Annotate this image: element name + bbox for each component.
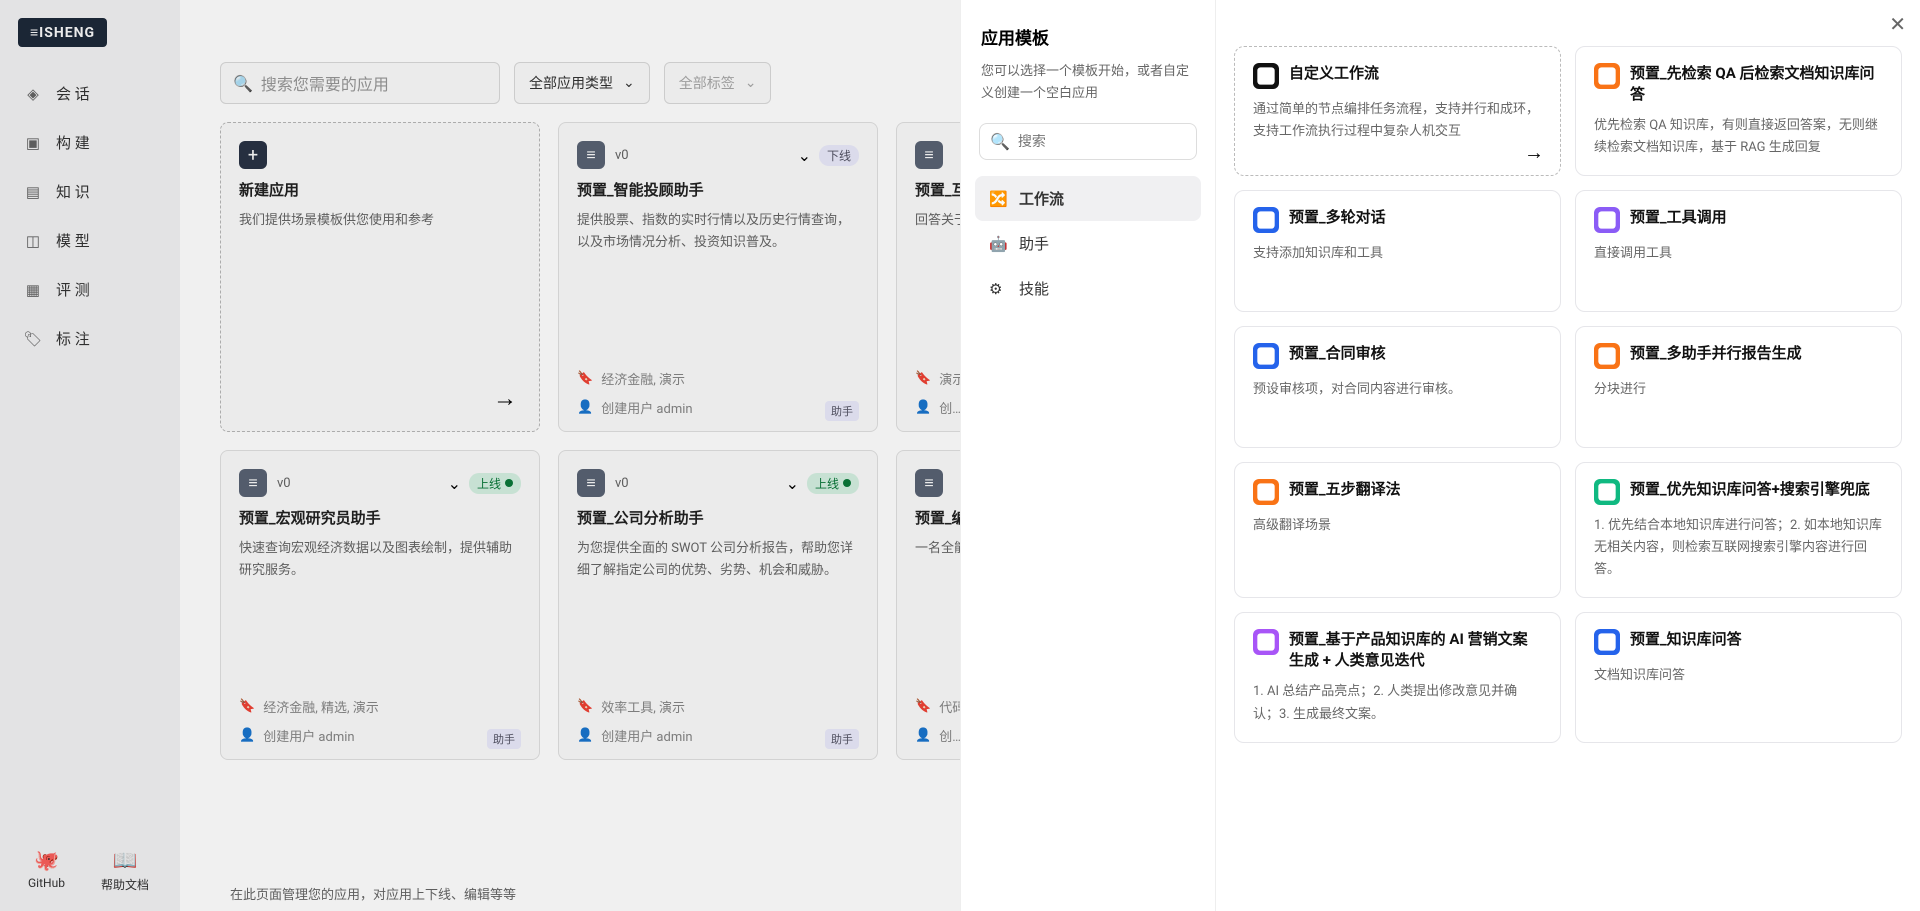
template-card[interactable]: 预置_基于产品知识库的 AI 营销文案生成 + 人类意见迭代 1. AI 总结产品…: [1234, 612, 1561, 742]
modal-search-input[interactable]: [1018, 134, 1196, 150]
template-modal: 应用模板 您可以选择一个模板开始，或者自定义创建一个空白应用 🔍 🔀工作流 🤖助…: [960, 0, 1920, 911]
cat-skill[interactable]: ⚙技能: [975, 266, 1201, 311]
template-icon: [1253, 63, 1279, 89]
template-card[interactable]: 预置_合同审核预设审核项，对合同内容进行审核。: [1234, 326, 1561, 448]
template-card[interactable]: 预置_多轮对话支持添加知识库和工具: [1234, 190, 1561, 312]
modal-subtitle: 您可以选择一个模板开始，或者自定义创建一个空白应用: [975, 61, 1201, 105]
modal-title: 应用模板: [975, 24, 1201, 49]
template-title: 预置_知识库问答: [1630, 629, 1742, 650]
close-button[interactable]: ✕: [1889, 12, 1906, 36]
template-card[interactable]: 预置_优先知识库问答+搜索引擎兜底 1. 优先结合本地知识库进行问答；2. 如本地…: [1575, 462, 1902, 598]
template-title: 预置_基于产品知识库的 AI 营销文案生成 + 人类意见迭代: [1289, 629, 1542, 671]
template-desc: 支持添加知识库和工具: [1253, 243, 1542, 265]
template-title: 预置_五步翻译法: [1289, 479, 1401, 500]
template-desc: 直接调用工具: [1594, 243, 1883, 265]
template-icon: [1594, 63, 1620, 89]
template-icon: [1253, 479, 1279, 505]
modal-content: ✕ 自定义工作流通过简单的节点编排任务流程，支持并行和成环，支持工作流执行过程中…: [1216, 0, 1920, 911]
template-desc: 1. 优先结合本地知识库进行问答；2. 如本地知识库无相关内容，则检索互联网搜索…: [1594, 515, 1883, 581]
modal-sidebar: 应用模板 您可以选择一个模板开始，或者自定义创建一个空白应用 🔍 🔀工作流 🤖助…: [961, 0, 1216, 911]
template-title: 预置_工具调用: [1630, 207, 1727, 228]
template-icon: [1594, 629, 1620, 655]
template-card[interactable]: 预置_多助手并行报告生成分块进行: [1575, 326, 1902, 448]
template-desc: 分块进行: [1594, 379, 1883, 401]
arrow-icon: →: [1524, 140, 1544, 165]
template-icon: [1594, 479, 1620, 505]
template-card[interactable]: 预置_知识库问答文档知识库问答: [1575, 612, 1902, 742]
template-desc: 优先检索 QA 知识库，有则直接返回答案，无则继续检索文档知识库，基于 RAG …: [1594, 115, 1883, 159]
cat-workflow[interactable]: 🔀工作流: [975, 176, 1201, 221]
skill-icon: ⚙: [989, 280, 1007, 298]
template-card[interactable]: 预置_工具调用直接调用工具: [1575, 190, 1902, 312]
template-title: 预置_多助手并行报告生成: [1630, 343, 1802, 364]
template-title: 预置_多轮对话: [1289, 207, 1386, 228]
template-icon: [1253, 343, 1279, 369]
modal-search[interactable]: 🔍: [979, 123, 1197, 160]
cat-assistant[interactable]: 🤖助手: [975, 221, 1201, 266]
template-card[interactable]: 自定义工作流通过简单的节点编排任务流程，支持并行和成环，支持工作流执行过程中复杂…: [1234, 46, 1561, 176]
template-card[interactable]: 预置_先检索 QA 后检索文档知识库问答优先检索 QA 知识库，有则直接返回答案…: [1575, 46, 1902, 176]
template-title: 预置_先检索 QA 后检索文档知识库问答: [1630, 63, 1883, 105]
template-icon: [1253, 207, 1279, 233]
template-desc: 文档知识库问答: [1594, 665, 1883, 687]
template-desc: 通过简单的节点编排任务流程，支持并行和成环，支持工作流执行过程中复杂人机交互: [1253, 99, 1542, 143]
template-title: 预置_合同审核: [1289, 343, 1386, 364]
assistant-icon: 🤖: [989, 235, 1007, 253]
search-icon: 🔍: [990, 132, 1010, 151]
template-desc: 高级翻译场景: [1253, 515, 1542, 537]
template-title: 自定义工作流: [1289, 63, 1379, 84]
template-icon: [1594, 343, 1620, 369]
template-icon: [1253, 629, 1279, 655]
template-title: 预置_优先知识库问答+搜索引擎兜底: [1630, 479, 1870, 500]
template-desc: 预设审核项，对合同内容进行审核。: [1253, 379, 1542, 401]
template-icon: [1594, 207, 1620, 233]
template-desc: 1. AI 总结产品亮点；2. 人类提出修改意见并确认；3. 生成最终文案。: [1253, 681, 1542, 725]
workflow-icon: 🔀: [989, 190, 1007, 208]
template-card[interactable]: 预置_五步翻译法高级翻译场景: [1234, 462, 1561, 598]
